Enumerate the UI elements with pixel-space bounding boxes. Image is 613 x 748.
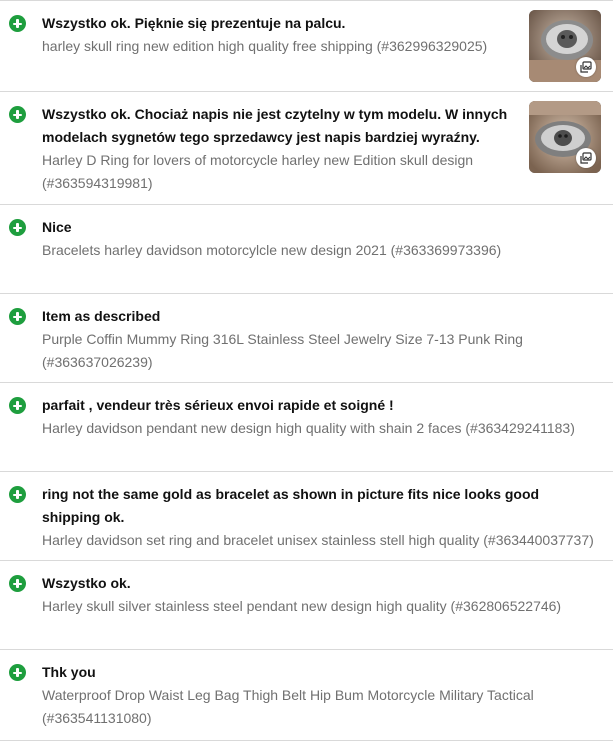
- feedback-comment: Nice: [42, 219, 72, 235]
- feedback-row: ring not the same gold as bracelet as sh…: [0, 472, 613, 561]
- feedback-photo-thumbnail[interactable]: [529, 101, 601, 173]
- positive-plus-icon: [9, 575, 26, 592]
- photo-gallery-icon: [576, 57, 596, 77]
- feedback-comment: Thk you: [42, 664, 96, 680]
- feedback-row: Wszystko ok. Pięknie się prezentuje na p…: [0, 1, 613, 92]
- feedback-comment: Item as described: [42, 308, 161, 324]
- feedback-row: Thk you Waterproof Drop Waist Leg Bag Th…: [0, 650, 613, 741]
- feedback-item-title[interactable]: Harley D Ring for lovers of motorcycle h…: [42, 149, 519, 195]
- positive-plus-icon: [9, 486, 26, 503]
- feedback-item-title[interactable]: Harley davidson set ring and bracelet un…: [42, 529, 601, 552]
- feedback-list: Wszystko ok. Pięknie się prezentuje na p…: [0, 0, 613, 741]
- positive-plus-icon: [9, 219, 26, 236]
- positive-plus-icon: [9, 106, 26, 123]
- positive-plus-icon: [9, 15, 26, 32]
- positive-plus-icon: [9, 664, 26, 681]
- feedback-row: parfait , vendeur très sérieux envoi rap…: [0, 383, 613, 472]
- feedback-row: Item as described Purple Coffin Mummy Ri…: [0, 294, 613, 383]
- feedback-item-title[interactable]: Waterproof Drop Waist Leg Bag Thigh Belt…: [42, 684, 601, 730]
- feedback-comment: parfait , vendeur très sérieux envoi rap…: [42, 397, 394, 413]
- feedback-item-title[interactable]: Harley skull silver stainless steel pend…: [42, 595, 601, 618]
- feedback-comment: Wszystko ok.: [42, 575, 131, 591]
- feedback-comment: Wszystko ok. Chociaż napis nie jest czyt…: [42, 106, 508, 145]
- feedback-comment: ring not the same gold as bracelet as sh…: [42, 486, 540, 525]
- photo-gallery-icon: [576, 148, 596, 168]
- feedback-row: Wszystko ok. Harley skull silver stainle…: [0, 561, 613, 650]
- feedback-photo-thumbnail[interactable]: [529, 10, 601, 82]
- feedback-comment: Wszystko ok. Pięknie się prezentuje na p…: [42, 15, 346, 31]
- feedback-item-title[interactable]: harley skull ring new edition high quali…: [42, 35, 519, 58]
- positive-plus-icon: [9, 308, 26, 325]
- feedback-row: Nice Bracelets harley davidson motorcylc…: [0, 205, 613, 294]
- positive-plus-icon: [9, 397, 26, 414]
- feedback-item-title[interactable]: Purple Coffin Mummy Ring 316L Stainless …: [42, 328, 601, 374]
- feedback-row: Wszystko ok. Chociaż napis nie jest czyt…: [0, 92, 613, 205]
- feedback-item-title[interactable]: Harley davidson pendant new design high …: [42, 417, 601, 440]
- feedback-item-title[interactable]: Bracelets harley davidson motorcylcle ne…: [42, 239, 601, 262]
